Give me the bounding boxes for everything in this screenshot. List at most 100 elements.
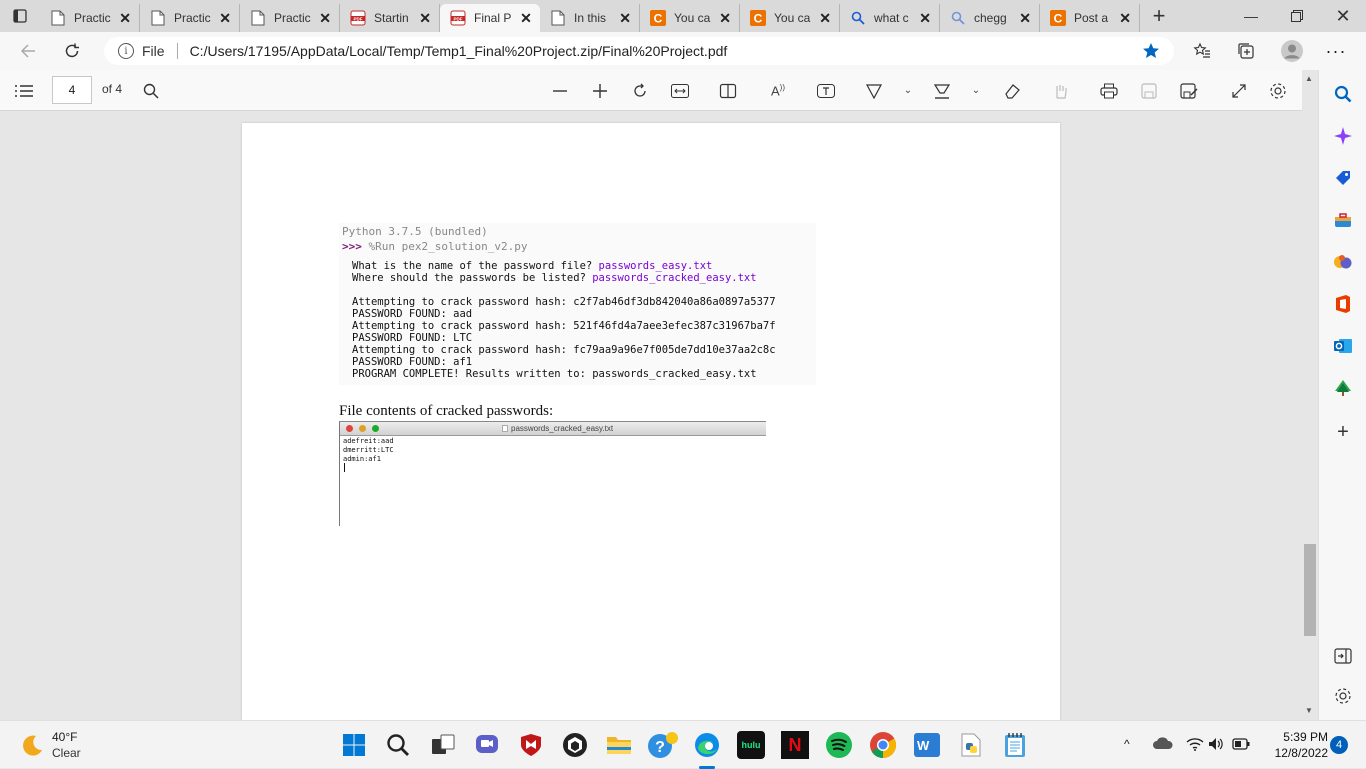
close-tab-icon[interactable]: ✕ bbox=[915, 8, 935, 28]
chrome-button[interactable] bbox=[867, 729, 899, 761]
browser-tab[interactable]: Practic ✕ bbox=[140, 4, 240, 32]
netflix-button[interactable]: N bbox=[779, 729, 811, 761]
collections-button[interactable] bbox=[1226, 32, 1266, 70]
sidebar-settings-button[interactable] bbox=[1331, 684, 1355, 708]
close-window-button[interactable]: ✕ bbox=[1320, 0, 1366, 32]
sidebar-shopping-button[interactable] bbox=[1331, 166, 1355, 190]
page-view-button[interactable] bbox=[715, 70, 741, 111]
battery-button[interactable] bbox=[1232, 738, 1250, 753]
mcafee-button[interactable] bbox=[515, 729, 547, 761]
add-text-button[interactable] bbox=[814, 70, 838, 111]
python-button[interactable] bbox=[955, 729, 987, 761]
sidebar-games-button[interactable] bbox=[1331, 250, 1355, 274]
spotify-button[interactable] bbox=[823, 729, 855, 761]
draw-button[interactable] bbox=[862, 70, 886, 111]
word-button[interactable]: W bbox=[911, 729, 943, 761]
erase-button[interactable] bbox=[1000, 70, 1024, 111]
fit-width-button[interactable] bbox=[668, 70, 692, 111]
close-tab-icon[interactable]: ✕ bbox=[115, 8, 135, 28]
scroll-down-arrow-icon[interactable]: ▼ bbox=[1305, 706, 1313, 715]
browser-tab[interactable]: chegg ✕ bbox=[940, 4, 1040, 32]
table-of-contents-button[interactable] bbox=[10, 70, 38, 111]
close-tab-icon[interactable]: ✕ bbox=[315, 8, 335, 28]
hulu-button[interactable]: hulu bbox=[735, 729, 767, 761]
favorites-button[interactable] bbox=[1182, 32, 1222, 70]
scrollbar-thumb[interactable] bbox=[1304, 544, 1316, 636]
close-tab-icon[interactable]: ✕ bbox=[516, 8, 536, 28]
sidebar-add-button[interactable]: + bbox=[1331, 420, 1355, 444]
notepad-button[interactable] bbox=[999, 729, 1031, 761]
minimize-button[interactable]: — bbox=[1228, 0, 1274, 32]
system-clock[interactable]: 5:39 PM 12/8/2022 bbox=[1252, 729, 1328, 761]
sidebar-office-button[interactable] bbox=[1331, 292, 1355, 316]
browser-tab[interactable]: Practic ✕ bbox=[240, 4, 340, 32]
info-icon[interactable]: i bbox=[118, 43, 134, 59]
browser-tab[interactable]: C Post a ✕ bbox=[1040, 4, 1140, 32]
sidebar-search-button[interactable] bbox=[1331, 82, 1355, 106]
file-explorer-button[interactable] bbox=[603, 729, 635, 761]
chrome-icon bbox=[870, 732, 897, 759]
touch-select-button[interactable] bbox=[1048, 70, 1072, 111]
rotate-button[interactable] bbox=[628, 70, 652, 111]
back-button[interactable] bbox=[8, 32, 48, 70]
scroll-up-arrow-icon[interactable]: ▲ bbox=[1305, 74, 1313, 83]
sidebar-hide-button[interactable] bbox=[1331, 644, 1355, 668]
read-aloud-button[interactable]: A)) bbox=[766, 70, 790, 111]
browser-tab[interactable]: C You ca ✕ bbox=[740, 4, 840, 32]
hidden-icons-chevron-icon[interactable]: ^ bbox=[1124, 737, 1130, 751]
address-field[interactable]: i File C:/Users/17195/AppData/Local/Temp… bbox=[104, 37, 1174, 65]
expand-icon bbox=[1232, 83, 1246, 98]
save-as-button[interactable] bbox=[1177, 70, 1201, 111]
browser-tab[interactable]: PDF Final P ✕ bbox=[440, 4, 540, 32]
close-tab-icon[interactable]: ✕ bbox=[1115, 8, 1135, 28]
save-button[interactable] bbox=[1137, 70, 1161, 111]
draw-options-button[interactable]: ⌄ bbox=[900, 70, 916, 111]
browser-tab[interactable]: In this ✕ bbox=[540, 4, 640, 32]
weather-widget[interactable]: 40°F Clear bbox=[20, 730, 140, 762]
restore-button[interactable] bbox=[1274, 0, 1320, 32]
profile-button[interactable] bbox=[1272, 32, 1312, 70]
browser-tab[interactable]: PDF Startin ✕ bbox=[340, 4, 440, 32]
zoom-out-button[interactable] bbox=[548, 70, 572, 111]
pdf-settings-button[interactable] bbox=[1266, 70, 1290, 111]
close-tab-icon[interactable]: ✕ bbox=[715, 8, 735, 28]
browser-tab[interactable]: what c ✕ bbox=[840, 4, 940, 32]
sidebar-outlook-button[interactable] bbox=[1331, 334, 1355, 358]
tab-actions-button[interactable] bbox=[0, 0, 40, 32]
taskbar-search-button[interactable] bbox=[382, 729, 414, 761]
text-cursor bbox=[344, 463, 345, 472]
notification-badge[interactable]: 4 bbox=[1330, 736, 1348, 754]
refresh-button[interactable] bbox=[52, 32, 92, 70]
favorite-star-button[interactable] bbox=[1131, 32, 1171, 70]
output-line: PASSWORD FOUND: aad bbox=[352, 308, 473, 320]
zoom-in-button[interactable] bbox=[588, 70, 612, 111]
get-help-button[interactable]: ? bbox=[647, 729, 679, 761]
fullscreen-button[interactable] bbox=[1227, 70, 1251, 111]
app-launcher-button[interactable] bbox=[559, 729, 591, 761]
close-tab-icon[interactable]: ✕ bbox=[815, 8, 835, 28]
settings-more-button[interactable]: ··· bbox=[1316, 32, 1356, 70]
close-tab-icon[interactable]: ✕ bbox=[1015, 8, 1035, 28]
chegg-icon: C bbox=[750, 10, 766, 26]
sidebar-discover-button[interactable] bbox=[1331, 124, 1355, 148]
onedrive-button[interactable] bbox=[1153, 737, 1173, 752]
close-tab-icon[interactable]: ✕ bbox=[615, 8, 635, 28]
close-tab-icon[interactable]: ✕ bbox=[415, 8, 435, 28]
print-button[interactable] bbox=[1097, 70, 1121, 111]
start-button[interactable] bbox=[338, 729, 370, 761]
volume-button[interactable] bbox=[1208, 737, 1226, 754]
close-tab-icon[interactable]: ✕ bbox=[215, 8, 235, 28]
teams-chat-button[interactable] bbox=[471, 729, 503, 761]
wifi-button[interactable] bbox=[1186, 737, 1204, 754]
new-tab-button[interactable]: + bbox=[1144, 2, 1174, 30]
sidebar-drop-button[interactable] bbox=[1331, 376, 1355, 400]
edge-browser-button[interactable] bbox=[691, 729, 723, 761]
browser-tab[interactable]: Practic ✕ bbox=[40, 4, 140, 32]
highlight-button[interactable] bbox=[930, 70, 954, 111]
browser-tab[interactable]: C You ca ✕ bbox=[640, 4, 740, 32]
find-button[interactable] bbox=[140, 70, 162, 111]
sidebar-tools-button[interactable] bbox=[1331, 208, 1355, 232]
task-view-button[interactable] bbox=[427, 729, 459, 761]
highlight-options-button[interactable]: ⌄ bbox=[968, 70, 984, 111]
page-number-input[interactable]: 4 bbox=[52, 76, 92, 104]
